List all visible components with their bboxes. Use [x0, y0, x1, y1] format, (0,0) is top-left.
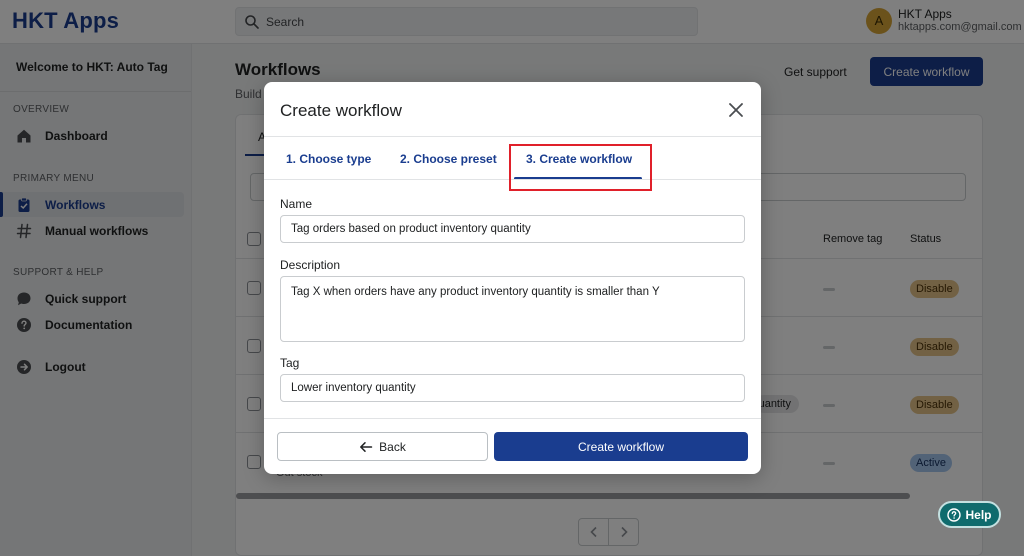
- arrow-left-icon: [360, 441, 373, 452]
- back-label: Back: [379, 439, 406, 454]
- highlight-annotation: [509, 144, 652, 191]
- name-value: Tag orders based on product inventory qu…: [291, 223, 531, 235]
- back-button[interactable]: Back: [277, 432, 488, 461]
- step-choose-type[interactable]: 1. Choose type: [286, 152, 371, 166]
- name-field[interactable]: Tag orders based on product inventory qu…: [280, 215, 745, 243]
- modal-title: Create workflow: [280, 101, 402, 120]
- close-icon[interactable]: [726, 100, 746, 120]
- description-field[interactable]: Tag X when orders have any product inven…: [280, 276, 745, 342]
- modal-footer-divider: [264, 418, 761, 419]
- help-label: Help: [965, 507, 992, 522]
- tag-label: Tag: [280, 356, 300, 370]
- description-value: Tag X when orders have any product inven…: [291, 286, 660, 298]
- help-button[interactable]: Help: [938, 501, 1001, 528]
- tag-field[interactable]: Lower inventory quantity: [280, 374, 745, 402]
- modal-header-divider: [264, 136, 761, 137]
- create-workflow-modal: Create workflow 1. Choose type 2. Choose…: [264, 82, 761, 474]
- name-label: Name: [280, 197, 313, 211]
- help-circle-icon: [947, 507, 962, 522]
- tag-value: Lower inventory quantity: [291, 382, 416, 394]
- create-workflow-button[interactable]: Create workflow: [494, 432, 748, 461]
- description-label: Description: [280, 258, 341, 272]
- step-choose-preset[interactable]: 2. Choose preset: [400, 152, 497, 166]
